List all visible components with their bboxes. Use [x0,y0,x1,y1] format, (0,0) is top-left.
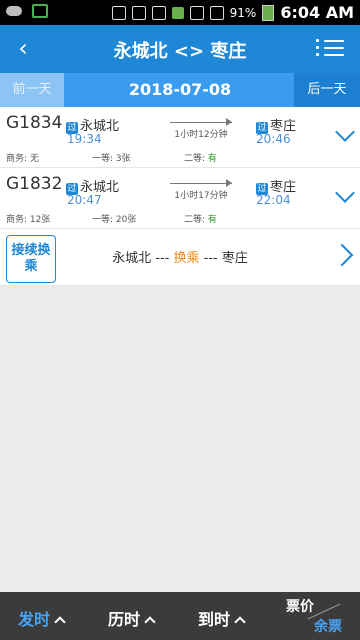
business-seat: 商务: 12张 [6,215,51,225]
page-title: 永城北 <> 枣庄 [113,41,247,62]
eye-icon [111,5,126,20]
next-day-button[interactable]: 后一天 [294,73,360,107]
transfer-row[interactable]: 接续换乘 永城北 --- 换乘 --- 枣庄 [0,229,360,286]
expand-icon[interactable] [335,122,355,142]
second-class-seat: 二等: 有 [184,215,217,225]
first-class-seat: 一等: 3张 [92,154,131,164]
mute-icon [131,5,146,20]
app-header: ‹ 永城北 <> 枣庄 [0,25,360,73]
sim2-icon [171,6,184,19]
signal-icon [209,5,224,20]
message-icon [32,4,48,18]
departure-time: 19:34 [67,132,102,146]
battery-icon [262,4,275,21]
train-row[interactable]: G1834 过永城北 19:34 1小时12分钟 过枣庄 20:46 商务: 无… [0,107,360,168]
battery-percent: 91% [229,5,257,20]
transfer-route: 永城北 --- 换乘 --- 枣庄 [112,251,248,266]
train-number: G1832 [6,174,63,194]
chevron-up-icon [144,616,156,628]
notification-icon [189,5,204,20]
departure-time: 20:47 [67,193,102,207]
second-class-seat: 二等: 有 [184,154,217,164]
chevron-up-icon [54,616,66,628]
sort-duration-button[interactable]: 历时 [108,606,156,630]
sort-bar: 发时 历时 到时 票价 余票 [0,592,360,640]
train-number: G1834 [6,113,63,133]
train-row[interactable]: G1832 过永城北 20:47 1小时17分钟 过枣庄 22:04 商务: 1… [0,168,360,229]
sort-depart-button[interactable]: 发时 [18,606,66,630]
first-class-seat: 一等: 20张 [92,215,137,225]
arrival-time: 20:46 [256,132,291,146]
business-seat: 商务: 无 [6,154,39,164]
duration: 1小时12分钟 [170,118,232,140]
remaining-label: 余票 [314,619,342,635]
price-label: 票价 [286,599,314,615]
cloud-icon [6,6,22,16]
chevron-up-icon [234,616,246,628]
duration: 1小时17分钟 [170,179,232,201]
sort-price-button[interactable]: 票价 余票 [286,596,352,636]
menu-icon[interactable] [316,39,344,56]
train-list: G1834 过永城北 19:34 1小时12分钟 过枣庄 20:46 商务: 无… [0,107,360,286]
arrival-time: 22:04 [256,193,291,207]
expand-icon[interactable] [335,183,355,203]
wifi-icon [151,5,166,20]
status-bar: 91% 6:04 AM [0,0,360,25]
date-bar: 前一天 2018-07-08 后一天 [0,73,360,107]
clock: 6:04 AM [280,3,354,22]
sort-arrive-button[interactable]: 到时 [198,606,246,630]
